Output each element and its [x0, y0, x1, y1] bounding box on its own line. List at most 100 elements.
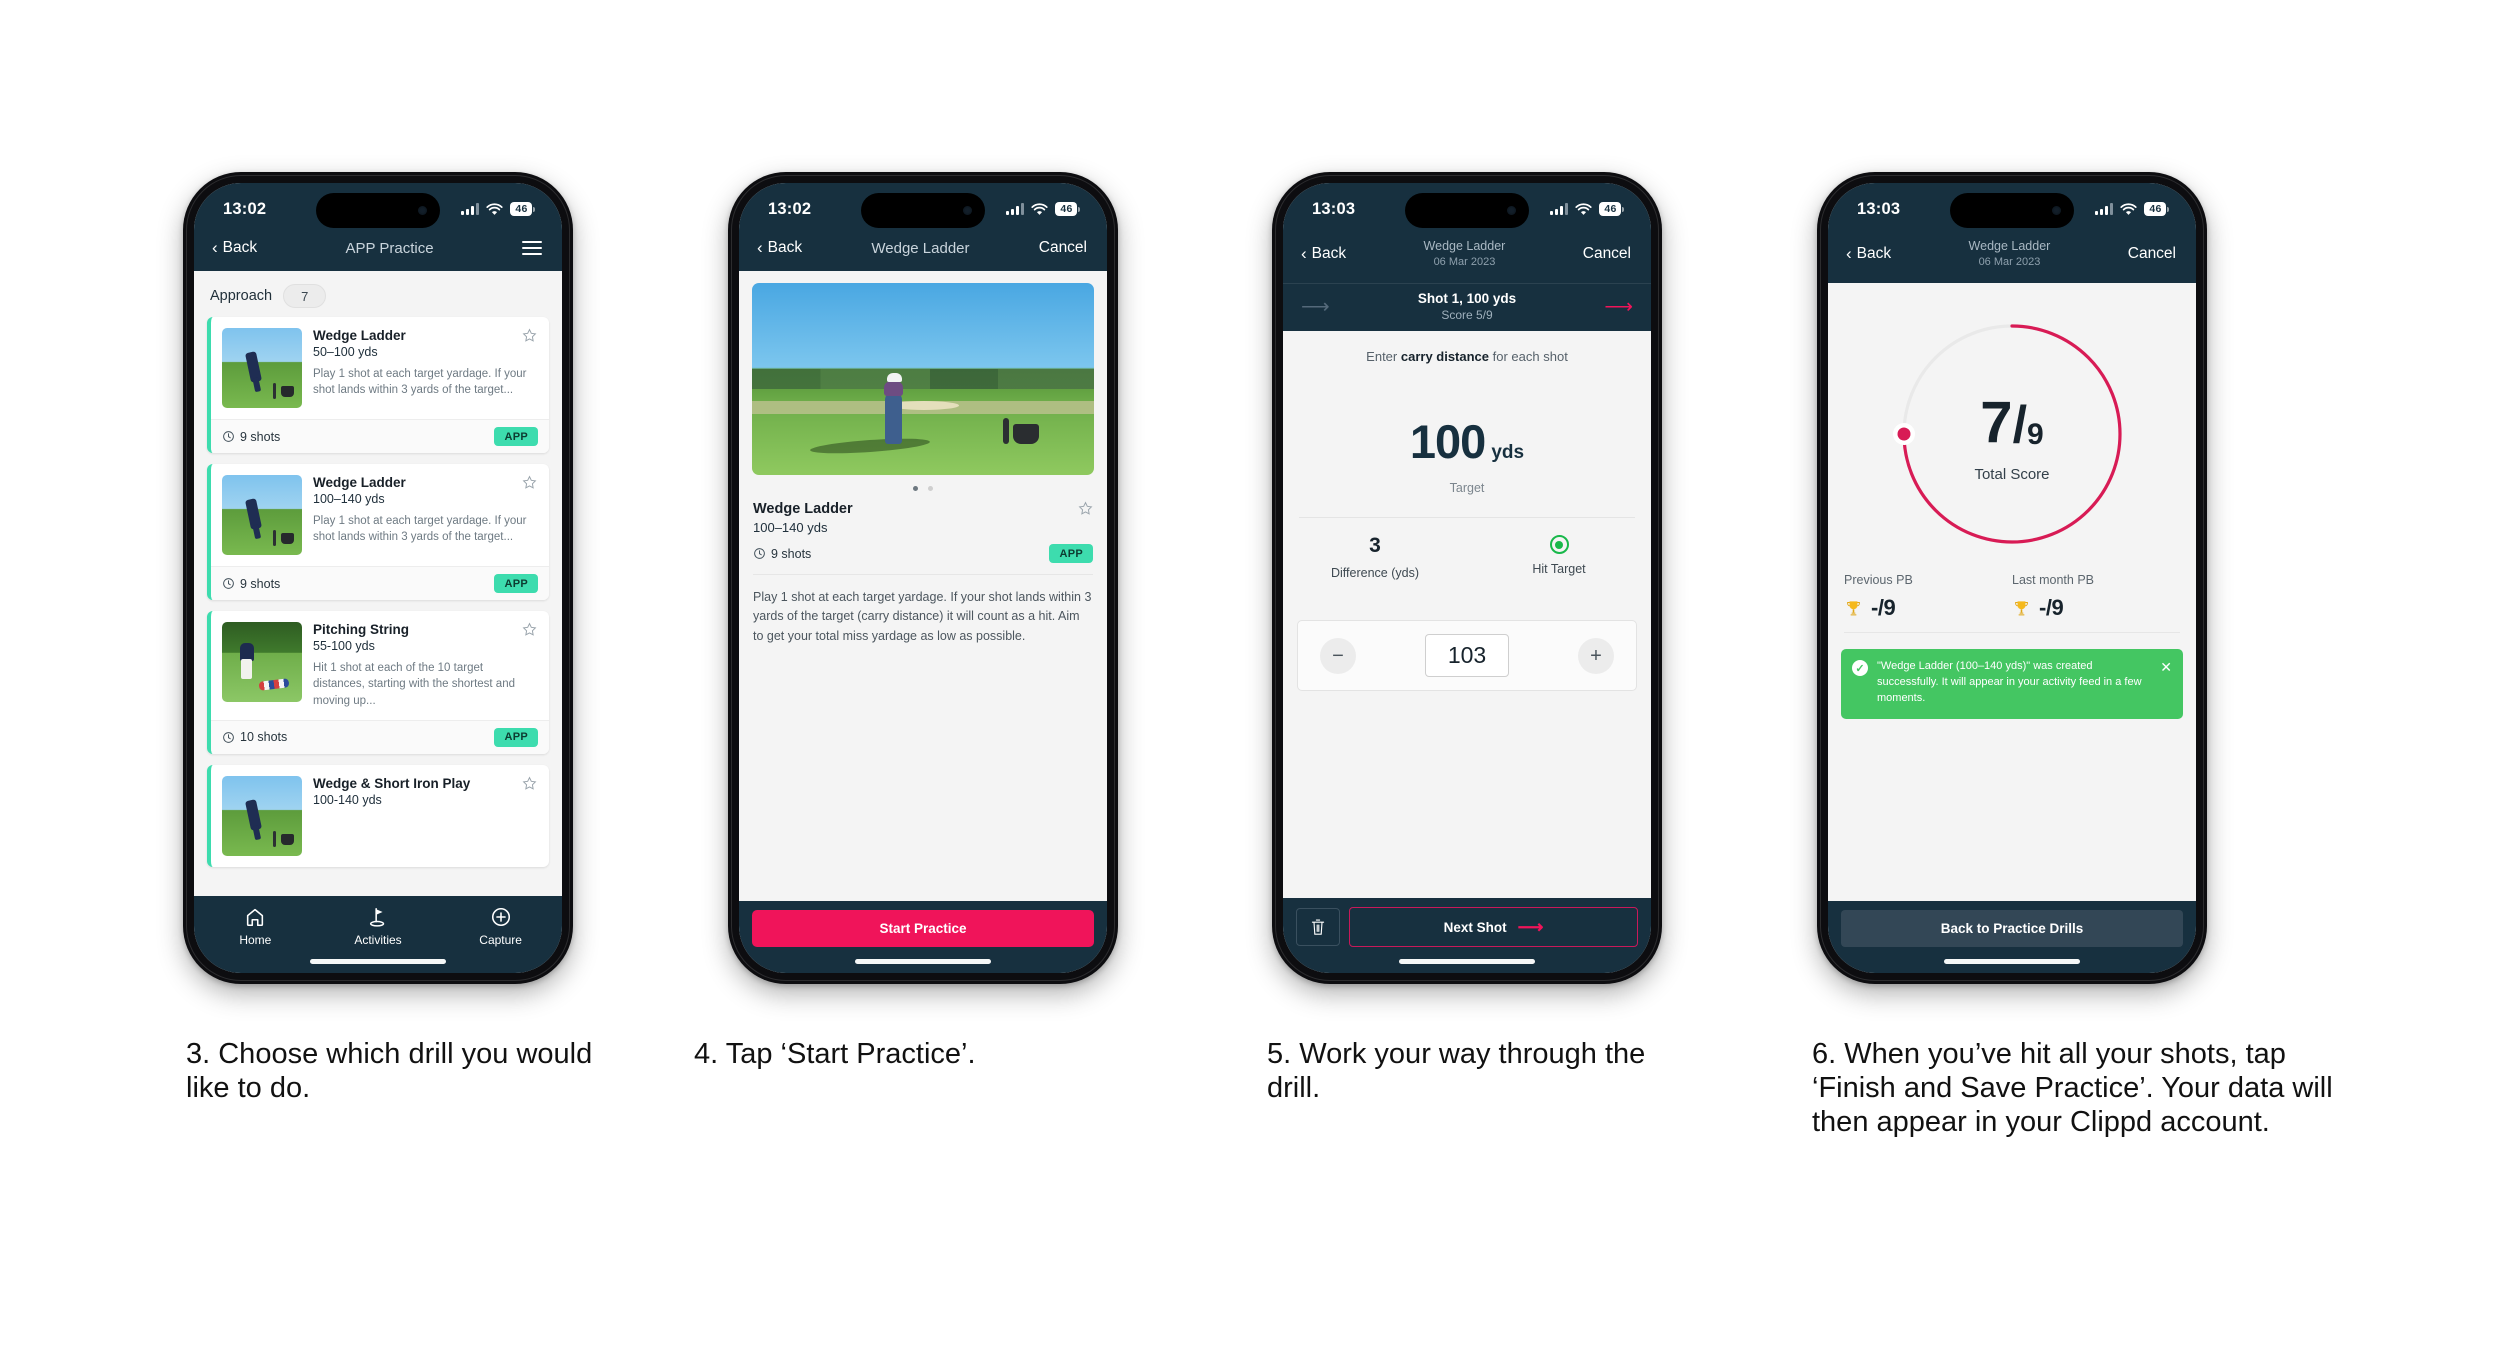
page-title-date: 06 Mar 2023: [1978, 255, 2041, 268]
increment-button[interactable]: +: [1578, 637, 1614, 674]
shot-stats: 3 Difference (yds) Hit Target: [1283, 534, 1651, 580]
next-shot-button[interactable]: Next Shot ⟶: [1349, 907, 1638, 947]
drill-thumbnail: [222, 775, 302, 856]
drill-card-main: Wedge & Short Iron Play 100-140 yds: [211, 765, 549, 867]
drill-description: Play 1 shot at each target yardage. If y…: [753, 590, 1092, 643]
last-month-pb-value-row: -/9: [2012, 595, 2180, 621]
hamburger-menu-icon[interactable]: [522, 241, 542, 255]
golfer-figure: [245, 799, 263, 831]
battery-nub: [533, 206, 535, 212]
drill-card[interactable]: Wedge Ladder 50–100 yds Play 1 shot at e…: [207, 317, 549, 453]
tab-activities[interactable]: Activities: [317, 906, 438, 947]
target-unit: yds: [1491, 442, 1525, 464]
arrow-left-icon[interactable]: ⟶: [1301, 297, 1330, 317]
drill-card-text: Wedge Ladder 50–100 yds Play 1 shot at e…: [313, 328, 537, 408]
back-to-practice-drills-button[interactable]: Back to Practice Drills: [1841, 910, 2183, 947]
carousel-dots[interactable]: [739, 475, 1107, 500]
plus-circle-icon: [491, 907, 510, 927]
start-practice-button[interactable]: Start Practice: [752, 910, 1094, 947]
cancel-button[interactable]: Cancel: [1583, 245, 1631, 263]
decrement-button[interactable]: −: [1320, 637, 1356, 674]
drill-shots: 9 shots: [222, 430, 280, 444]
phone-1-screen: 13:02 46 ‹ Back APP Practice Approach 7 …: [194, 183, 562, 973]
status-indicators: 46: [2095, 202, 2169, 216]
drill-title-row: Wedge & Short Iron Play 100-140 yds: [313, 776, 537, 807]
favorite-star-icon[interactable]: [522, 622, 537, 637]
caption-step-5: 5. Work your way through the drill.: [1267, 1038, 1646, 1105]
tab-home[interactable]: Home: [195, 906, 316, 947]
drill-card-footer: 9 shots APP: [211, 419, 549, 453]
category-tag: APP: [494, 727, 538, 747]
clock-icon: [223, 431, 234, 442]
favorite-star-icon[interactable]: [522, 475, 537, 490]
battery-indicator: 46: [1599, 202, 1624, 216]
target-caption: Target: [1449, 481, 1485, 496]
wifi-icon: [1031, 202, 1049, 216]
back-button[interactable]: ‹ Back: [757, 239, 802, 257]
carousel-dot[interactable]: [928, 486, 933, 491]
camera-icon: [2052, 206, 2061, 215]
drill-detail-header: Wedge Ladder 100–140 yds 9 shots APP: [739, 500, 1107, 563]
wifi-icon: [1575, 202, 1593, 216]
chevron-left-icon: ‹: [212, 237, 218, 257]
difference-stat: 3 Difference (yds): [1283, 534, 1467, 580]
status-time: 13:03: [1857, 199, 1901, 218]
cellular-signal-icon: [1550, 203, 1569, 215]
cancel-button[interactable]: Cancel: [2128, 245, 2176, 263]
entry-prompt-bold: carry distance: [1400, 349, 1490, 365]
hit-target-label: Hit Target: [1532, 562, 1586, 577]
cancel-button[interactable]: Cancel: [1039, 239, 1087, 257]
distance-stepper[interactable]: − 103 +: [1297, 620, 1637, 692]
battery-level: 46: [2144, 202, 2166, 216]
dynamic-island: [1405, 193, 1529, 228]
arrow-right-icon[interactable]: ⟶: [1604, 297, 1633, 317]
previous-pb-label: Previous PB: [1844, 573, 1913, 588]
drill-shots: 9 shots: [222, 577, 280, 591]
back-button[interactable]: ‹ Back: [1301, 245, 1346, 263]
distance-input[interactable]: 103: [1424, 634, 1510, 678]
battery-nub: [1078, 206, 1080, 212]
favorite-star-icon[interactable]: [1078, 501, 1093, 516]
close-icon[interactable]: ✕: [2160, 660, 2172, 674]
drill-card-text: Pitching String 55-100 yds Hit 1 shot at…: [313, 622, 537, 709]
tree-line: [752, 368, 1094, 389]
nav-bar: ‹ Back Wedge Ladder 06 Mar 2023 Cancel: [1828, 235, 2196, 284]
home-indicator: [1399, 959, 1535, 964]
section-label: Approach: [210, 288, 273, 304]
drill-card[interactable]: Wedge & Short Iron Play 100-140 yds: [207, 764, 549, 867]
drill-shots: 10 shots: [222, 730, 287, 744]
golfer-figure: [245, 351, 263, 383]
score-label: Total Score: [1974, 466, 2049, 483]
battery-nub: [2167, 206, 2169, 212]
last-month-pb-label: Last month PB: [2012, 573, 2094, 588]
clock-icon: [754, 548, 765, 559]
back-button[interactable]: ‹ Back: [212, 239, 257, 257]
back-button[interactable]: ‹ Back: [1846, 245, 1891, 263]
summary-content: 7/9 Total Score Previous PB -/9 Last mon…: [1828, 283, 2196, 901]
nav-bar: ‹ Back Wedge Ladder Cancel: [739, 235, 1107, 271]
phone-4-screen: 13:03 46 ‹ Back Wedge Ladder 06 Mar 2023…: [1828, 183, 2196, 973]
tab-capture[interactable]: Capture: [440, 906, 561, 947]
dynamic-island: [861, 193, 985, 228]
battery-level: 46: [510, 202, 532, 216]
ball-bucket: [281, 386, 294, 397]
favorite-star-icon[interactable]: [522, 776, 537, 791]
chevron-left-icon: ‹: [1846, 243, 1852, 263]
caption-step-4: 4. Tap ‘Start Practice’.: [694, 1038, 976, 1070]
section-count-chip: 7: [283, 284, 327, 308]
drill-card[interactable]: Wedge Ladder 100–140 yds Play 1 shot at …: [207, 464, 549, 600]
back-label: Back: [1311, 245, 1347, 263]
carousel-dot-active[interactable]: [913, 486, 918, 491]
section-header: Approach 7: [194, 271, 562, 317]
drill-card-footer: 9 shots APP: [211, 566, 549, 600]
delete-shot-button[interactable]: [1296, 908, 1340, 946]
golfer-figure: [245, 498, 263, 530]
last-month-pb-value: -/9: [2039, 595, 2064, 621]
drill-shots: 9 shots: [753, 547, 811, 561]
drill-card[interactable]: Pitching String 55-100 yds Hit 1 shot at…: [207, 611, 549, 754]
drill-shots-label: 9 shots: [240, 429, 281, 444]
page-title: Wedge Ladder: [871, 239, 970, 257]
ball-bucket: [1013, 424, 1040, 445]
clock-icon: [223, 578, 234, 589]
favorite-star-icon[interactable]: [522, 328, 537, 343]
